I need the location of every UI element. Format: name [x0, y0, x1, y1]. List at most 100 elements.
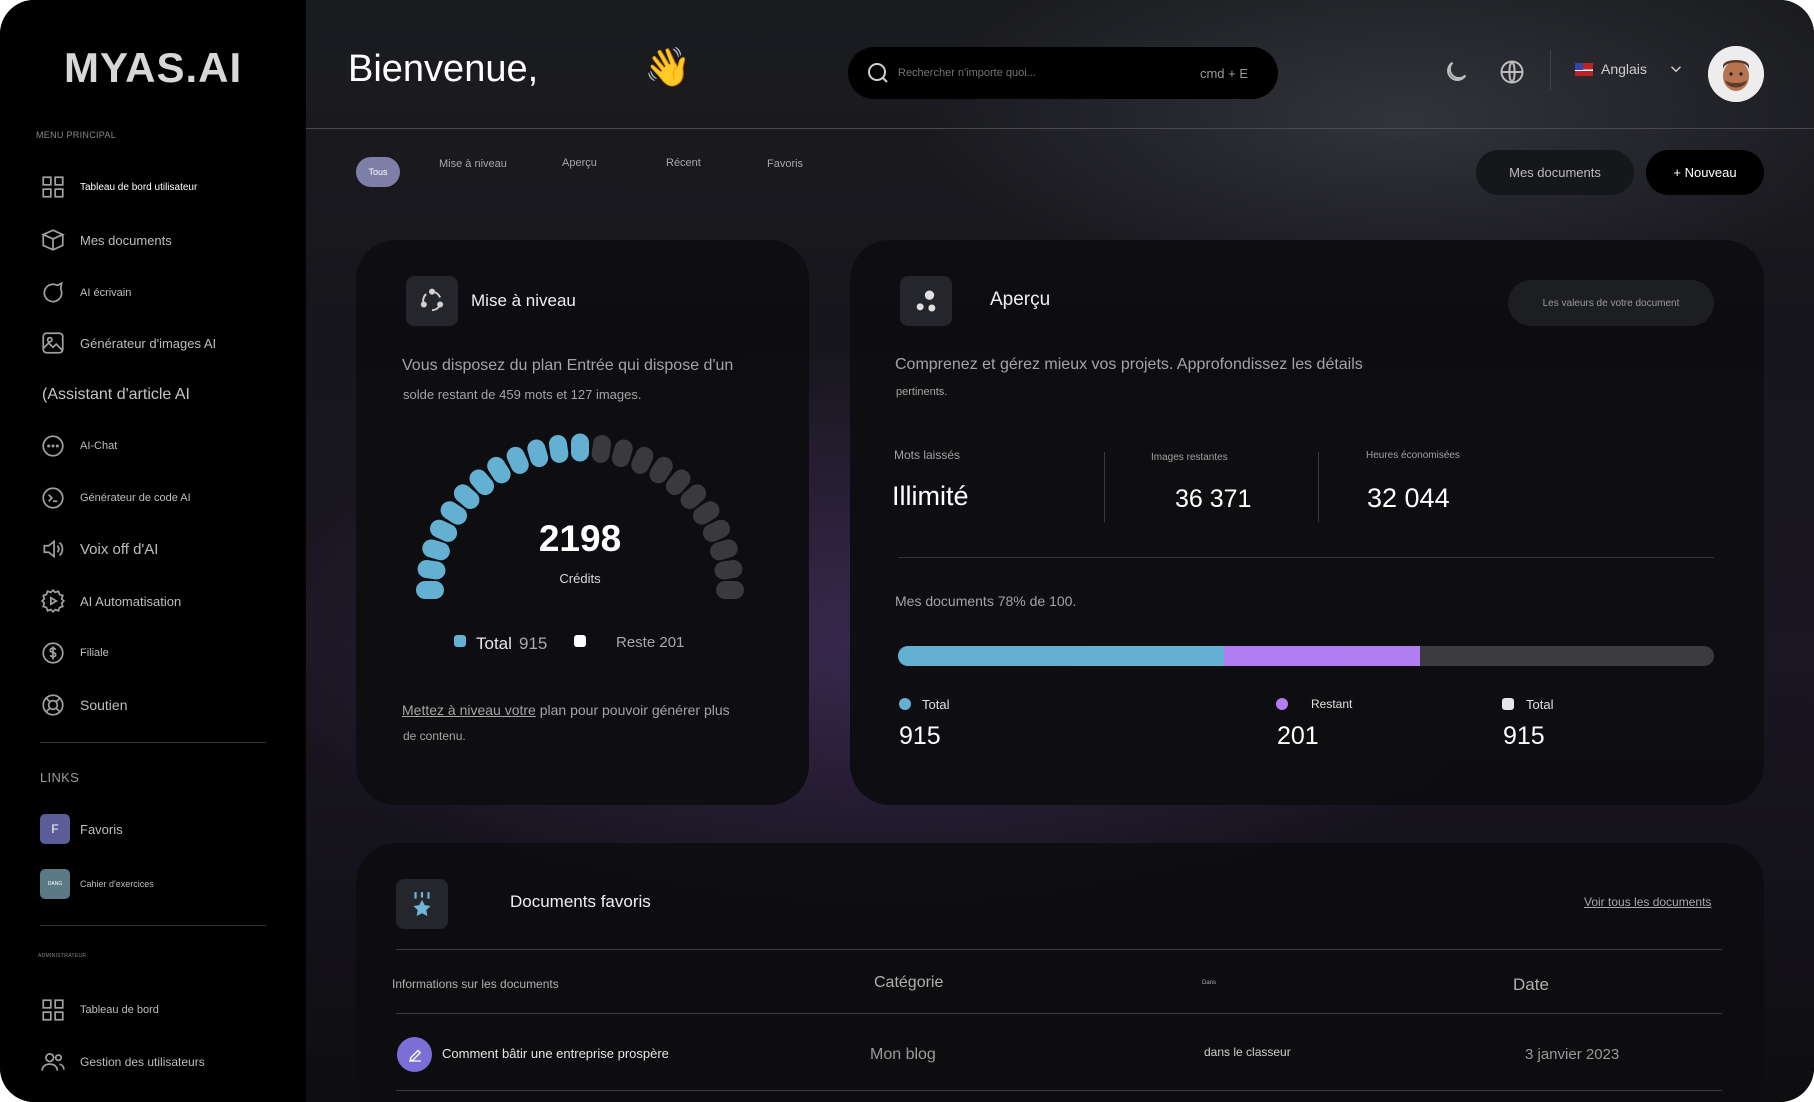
tab-recent[interactable]: Récent [666, 157, 701, 169]
search-input[interactable] [898, 67, 1200, 79]
wave-emoji: 👋 [644, 47, 692, 89]
tab-favorites[interactable]: Favoris [767, 158, 803, 170]
tab-upgrade[interactable]: Mise à niveau [439, 158, 507, 170]
progress-segment-total [898, 646, 1225, 666]
sidebar-item-label: Soutien [80, 697, 128, 713]
grid-icon [42, 999, 64, 1021]
gauge-segment-filled [527, 439, 549, 468]
gauge-segment-filled [416, 581, 444, 599]
my-documents-button[interactable]: Mes documents [1476, 150, 1634, 195]
medal-star-icon [413, 892, 431, 917]
gauge-segment-filled [548, 435, 569, 463]
upgrade-footer-line2: de contenu. [403, 729, 466, 743]
sidebar-item-code-generator[interactable]: Générateur de code AI [40, 483, 191, 513]
column-header-info: Informations sur les documents [392, 977, 559, 991]
search-icon [868, 63, 888, 83]
legend-value-total-2: 915 [1503, 722, 1545, 750]
column-header-in: Dans [1202, 980, 1217, 986]
row-category: Mon blog [870, 1046, 936, 1063]
sidebar-item-ai-writer[interactable]: AI écrivain [40, 278, 131, 308]
legend-rest-dot [574, 635, 586, 647]
sidebar-item-article-assistant[interactable]: (Assistant d'article AI [42, 380, 190, 410]
link-workbook[interactable]: DANG Cahier d'exercices [40, 869, 154, 899]
documents-usage-text: Mes documents 78% de 100. [895, 593, 1077, 609]
legend-value-total: 915 [899, 722, 941, 750]
upgrade-footer-text: plan pour pouvoir générer plus [535, 702, 730, 718]
dollar-icon [42, 642, 64, 664]
upgrade-icon-box [406, 276, 458, 326]
sidebar-item-user-dashboard[interactable]: Tableau de bord utilisateur [40, 172, 197, 202]
sidebar-item-label: Gestion des utilisateurs [80, 1055, 205, 1069]
legend-label-total: Total [922, 697, 950, 712]
legend-dot-remaining [1276, 698, 1288, 710]
stat-divider [1318, 452, 1319, 522]
sidebar-item-support[interactable]: Soutien [40, 690, 127, 720]
document-values-button[interactable]: Les valeurs de votre document [1508, 280, 1714, 326]
sidebar-item-label: Voix off d'AI [80, 540, 159, 558]
upgrade-footer: Mettez à niveau votre plan pour pouvoir … [402, 702, 730, 718]
chat-bubble-icon [43, 281, 63, 303]
sidebar-item-label: Tableau de bord [80, 1004, 159, 1016]
language-selector[interactable]: Anglais [1575, 60, 1685, 78]
view-all-documents-link[interactable]: Voir tous les documents [1584, 895, 1711, 909]
search-shortcut: cmd + E [1199, 65, 1248, 81]
overview-divider [898, 557, 1714, 558]
stat-divider [1104, 452, 1105, 522]
legend-total-dot [454, 635, 466, 647]
row-date: 3 janvier 2023 [1525, 1046, 1620, 1063]
documents-progress-bar [898, 646, 1714, 666]
tab-all[interactable]: Tous [356, 157, 400, 187]
sidebar-item-label: Mes documents [80, 232, 172, 248]
sidebar-item-ai-chat[interactable]: AI-Chat [40, 431, 117, 461]
search-bar[interactable]: cmd + E [848, 47, 1278, 99]
sidebar-item-my-documents[interactable]: Mes documents [40, 225, 172, 255]
gauge-segment-empty [714, 560, 743, 580]
avatar-face-icon [1708, 46, 1764, 102]
image-icon [42, 332, 64, 354]
new-button[interactable]: + Nouveau [1646, 150, 1764, 195]
sidebar-item-label: AI Automatisation [80, 593, 182, 609]
gauge-segment-filled [417, 560, 446, 580]
links-section-label: LINKS [40, 770, 80, 785]
pencil-icon [408, 1049, 421, 1062]
moon-icon[interactable] [1442, 58, 1470, 86]
credits-label: Crédits [559, 571, 601, 586]
tab-overview[interactable]: Aperçu [562, 157, 597, 169]
overview-desc-line1: Comprenez et gérez mieux vos projets. Ap… [895, 356, 1363, 373]
sidebar-item-label: AI-Chat [80, 440, 118, 452]
link-favorites[interactable]: F Favoris [40, 814, 123, 844]
sidebar-item-affiliate[interactable]: Filiale [40, 638, 109, 668]
sidebar-item-image-generator[interactable]: Générateur d'images AI [40, 328, 216, 358]
favorites-icon-box [396, 879, 448, 929]
recycle-icon [420, 288, 444, 312]
legend-value-remaining: 201 [1277, 722, 1319, 750]
sidebar-item-user-management[interactable]: Gestion des utilisateurs [40, 1047, 205, 1077]
legend-label-remaining: Restant [1311, 697, 1353, 711]
legend-rest-label: Reste 201 [616, 634, 685, 651]
app-frame: MYAS.AI MENU PRINCIPAL Tableau de bord u… [0, 0, 1814, 1102]
user-avatar[interactable] [1708, 46, 1764, 102]
link-badge: F [40, 814, 70, 844]
sidebar: MYAS.AI MENU PRINCIPAL Tableau de bord u… [0, 0, 306, 1102]
language-label: Anglais [1601, 61, 1647, 77]
globe-icon[interactable] [1498, 58, 1526, 86]
legend-label-total-2: Total [1526, 697, 1554, 712]
sidebar-item-label: Filiale [80, 647, 109, 659]
link-badge: DANG [40, 869, 70, 899]
users-icon [41, 1053, 65, 1071]
column-header-category: Catégorie [874, 974, 944, 991]
upgrade-desc-line2: solde restant de 459 mots et 127 images. [403, 387, 642, 402]
legend-dot-total-2 [1502, 698, 1514, 710]
sidebar-item-voice-over[interactable]: Voix off d'AI [40, 534, 158, 564]
legend-total-value: 915 [519, 634, 548, 653]
sidebar-item-admin-dashboard[interactable]: Tableau de bord [40, 995, 159, 1025]
upgrade-plan-link[interactable]: Mettez à niveau votre [402, 702, 536, 718]
box-icon [41, 229, 65, 251]
sidebar-item-automation[interactable]: AI Automatisation [40, 586, 181, 616]
lifebuoy-icon [42, 694, 64, 716]
legend-dot-total [899, 698, 911, 710]
chat-dots-icon [42, 435, 64, 457]
legend-total-label: Total [476, 634, 512, 653]
stat-words-label: Mots laissés [894, 448, 961, 462]
us-flag-icon [1575, 62, 1593, 76]
